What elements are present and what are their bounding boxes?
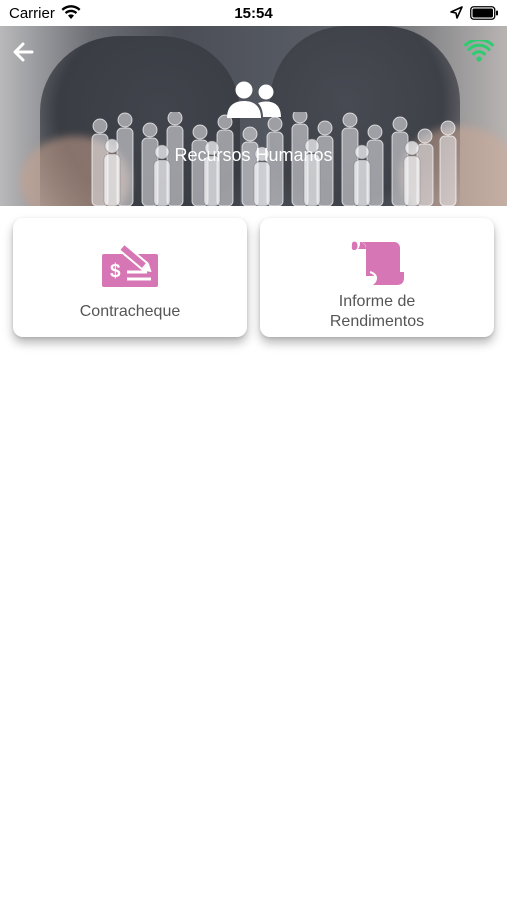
income-report-card[interactable]: Informe de Rendimentos	[260, 218, 494, 337]
page-title: Recursos Humanos	[174, 145, 333, 165]
paycheck-icon: $	[13, 242, 247, 288]
header-banner: Recursos Humanos	[0, 26, 507, 206]
scroll-icon	[260, 240, 494, 286]
income-report-label-line-1: Informe de	[338, 293, 416, 310]
income-report-label: Informe de Rendimentos	[260, 292, 494, 332]
svg-text:$: $	[110, 261, 121, 282]
back-arrow-icon[interactable]	[12, 41, 34, 63]
battery-icon	[470, 6, 499, 24]
status-bar: Carrier 15:54	[0, 0, 507, 26]
wifi-icon	[464, 38, 494, 62]
income-report-label-line-2: Rendimentos	[329, 313, 425, 330]
people-icon	[225, 81, 283, 121]
paycheck-label: Contracheque	[79, 303, 181, 320]
clock: 15:54	[234, 5, 273, 22]
location-arrow-icon	[450, 6, 463, 23]
paycheck-card[interactable]: $ Contracheque	[13, 218, 247, 337]
